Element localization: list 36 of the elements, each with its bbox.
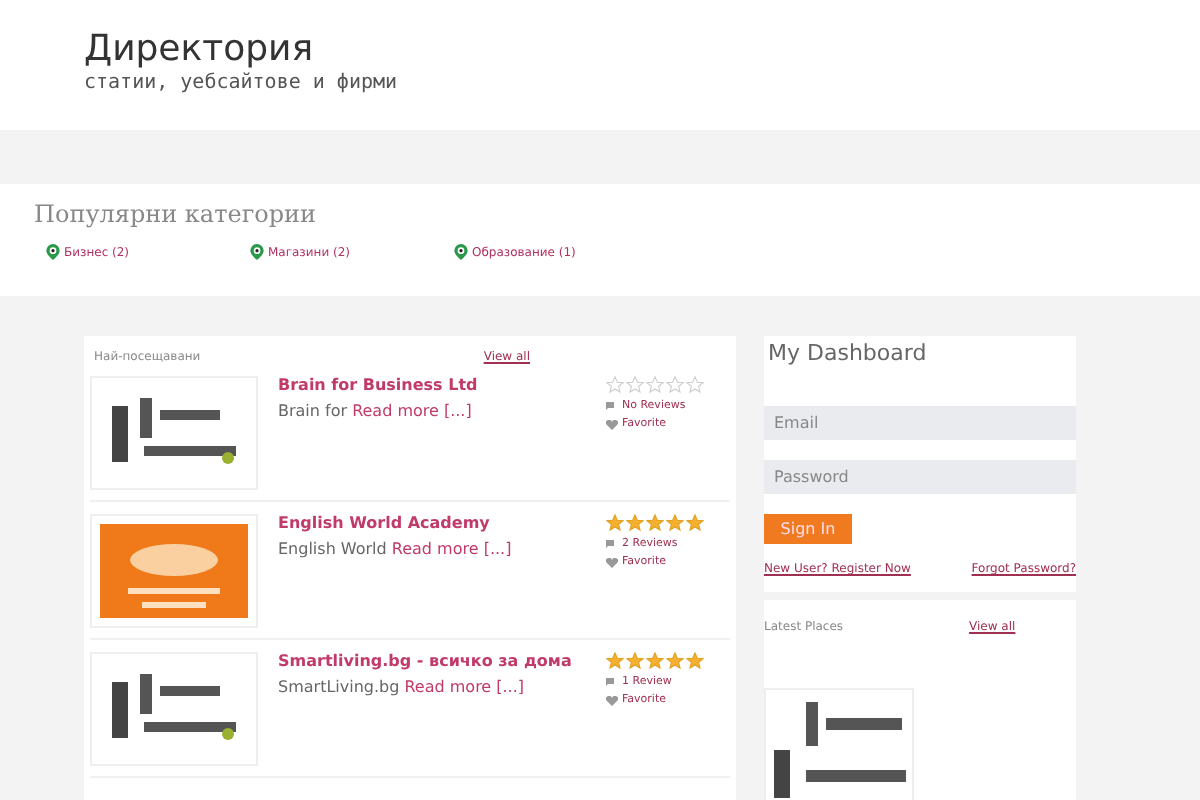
heart-icon (606, 695, 618, 705)
listing-excerpt: Brain for Read more [...] (278, 402, 474, 420)
star-icon (666, 652, 684, 670)
comment-icon (606, 677, 618, 687)
star-icon (686, 514, 704, 532)
password-field[interactable]: Password (764, 460, 1076, 494)
star-icon (606, 514, 624, 532)
star-icon (646, 514, 664, 532)
star-icon (606, 652, 624, 670)
panel-title: My Dashboard (766, 340, 929, 370)
star-icon (686, 652, 704, 670)
map-pin-icon (250, 244, 264, 260)
listing-title[interactable]: Brain for Business Ltd (278, 376, 606, 394)
star-icon (606, 376, 624, 394)
star-icon (666, 376, 684, 394)
star-icon (686, 376, 704, 394)
star-icon (626, 652, 644, 670)
heart-icon (606, 419, 618, 429)
section-title: Популярни категории (34, 200, 319, 228)
comment-icon (606, 539, 618, 549)
star-icon (666, 514, 684, 532)
star-icon (646, 376, 664, 394)
map-pin-icon (46, 244, 60, 260)
star-icon (626, 514, 644, 532)
map-pin-icon (454, 244, 468, 260)
star-icon (626, 376, 644, 394)
heart-icon (606, 557, 618, 567)
site-tagline: статии, уебсайтове и фирми (84, 72, 400, 94)
listing-excerpt: SmartLiving.bg Read more [...] (278, 678, 527, 696)
comment-icon (606, 401, 618, 411)
site-title[interactable]: Директория (84, 28, 1200, 72)
listing-excerpt: English World Read more [...] (278, 540, 514, 558)
email-field[interactable]: Email (764, 406, 1076, 440)
listing-title[interactable]: Smartliving.bg - всичко за дома (278, 652, 606, 670)
star-icon (646, 652, 664, 670)
listing-title[interactable]: English World Academy (278, 514, 606, 532)
